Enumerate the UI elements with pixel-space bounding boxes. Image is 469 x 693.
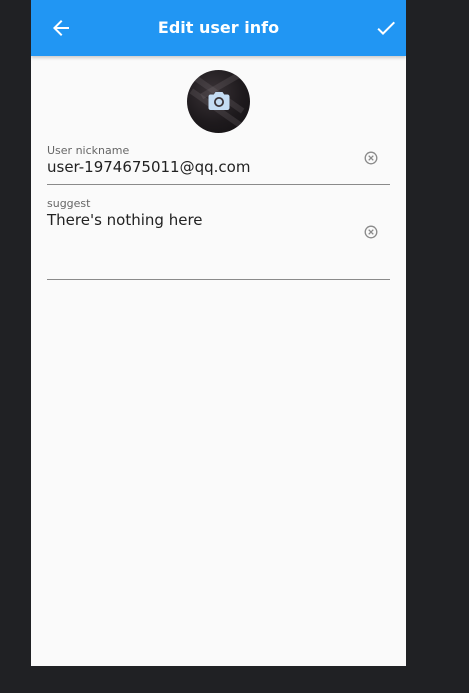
page-title: Edit user info (157, 18, 280, 37)
save-button[interactable] (374, 16, 398, 40)
check-icon (377, 21, 395, 35)
app-screen: Edit user info User nickname user-197467… (31, 0, 406, 666)
suggest-label: suggest (47, 197, 91, 210)
suggest-input[interactable]: There's nothing here (47, 211, 203, 229)
clear-circle-icon[interactable] (364, 225, 378, 239)
avatar-picker[interactable] (187, 70, 250, 133)
app-bar: Edit user info (31, 0, 406, 56)
nickname-label: User nickname (47, 144, 130, 157)
clear-circle-icon[interactable] (364, 151, 378, 165)
nickname-field[interactable]: User nickname user-1974675011@qq.com (47, 140, 390, 185)
nickname-input[interactable]: user-1974675011@qq.com (47, 158, 250, 176)
suggest-field[interactable]: suggest There's nothing here (47, 194, 390, 280)
camera-icon (208, 92, 230, 110)
